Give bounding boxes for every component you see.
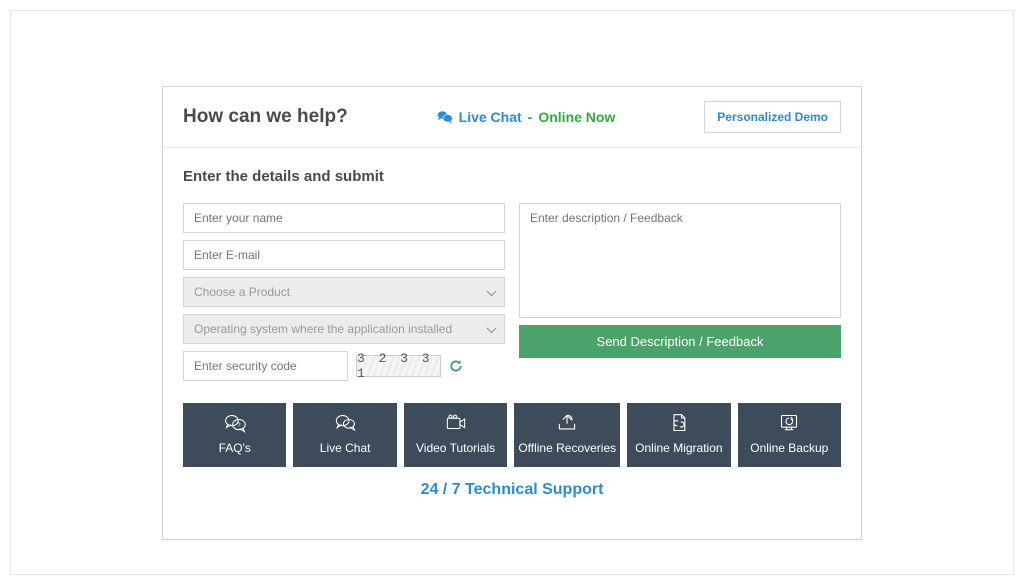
tile-video-tutorials[interactable]: Video Tutorials bbox=[404, 403, 507, 467]
live-chat-link: Live Chat bbox=[459, 109, 522, 125]
document-sync-icon bbox=[668, 413, 690, 433]
backup-icon bbox=[778, 413, 800, 433]
refresh-icon[interactable] bbox=[449, 359, 463, 373]
product-select-wrap: Choose a Product bbox=[183, 277, 505, 307]
card-header: How can we help? Live Chat - Online Now … bbox=[163, 87, 861, 148]
security-code-input[interactable] bbox=[183, 351, 348, 381]
tile-label: Video Tutorials bbox=[416, 441, 495, 455]
support-tiles: ? FAQ's Live Chat bbox=[183, 403, 841, 467]
card-body: Enter the details and submit Choose a Pr… bbox=[163, 148, 861, 539]
tile-label: Online Backup bbox=[750, 441, 828, 455]
live-chat-sep: - bbox=[528, 109, 533, 125]
tile-live-chat[interactable]: Live Chat bbox=[293, 403, 396, 467]
personalized-demo-button[interactable]: Personalized Demo bbox=[704, 101, 841, 133]
name-input[interactable] bbox=[183, 203, 505, 233]
form-right-column: Send Description / Feedback bbox=[519, 203, 841, 381]
tile-offline-recoveries[interactable]: Offline Recoveries bbox=[514, 403, 620, 467]
page-title: How can we help? bbox=[183, 106, 348, 128]
tile-label: Offline Recoveries bbox=[518, 441, 616, 455]
email-input[interactable] bbox=[183, 240, 505, 270]
send-feedback-button[interactable]: Send Description / Feedback bbox=[519, 325, 841, 358]
footer-text: 24 / 7 Technical Support bbox=[183, 467, 841, 519]
share-icon bbox=[556, 413, 578, 433]
form-subtitle: Enter the details and submit bbox=[183, 168, 841, 185]
captcha-image: 3 2 3 3 1 bbox=[356, 355, 441, 377]
chat-icon bbox=[437, 110, 453, 124]
product-select[interactable]: Choose a Product bbox=[183, 277, 505, 307]
captcha-row: 3 2 3 3 1 bbox=[183, 351, 505, 381]
live-chat-status[interactable]: Live Chat - Online Now bbox=[437, 109, 616, 125]
faq-icon: ? bbox=[224, 413, 246, 433]
tile-label: Online Migration bbox=[635, 441, 722, 455]
tile-online-migration[interactable]: Online Migration bbox=[627, 403, 730, 467]
os-select[interactable]: Operating system where the application i… bbox=[183, 314, 505, 344]
outer-frame: How can we help? Live Chat - Online Now … bbox=[10, 10, 1014, 575]
live-chat-status-text: Online Now bbox=[538, 109, 615, 125]
tile-label: FAQ's bbox=[219, 441, 251, 455]
svg-text:?: ? bbox=[237, 422, 241, 429]
form-row: Choose a Product Operating system where … bbox=[183, 203, 841, 381]
tile-faqs[interactable]: ? FAQ's bbox=[183, 403, 286, 467]
tile-label: Live Chat bbox=[320, 441, 371, 455]
description-textarea[interactable] bbox=[519, 203, 841, 318]
video-icon bbox=[445, 413, 467, 433]
tile-online-backup[interactable]: Online Backup bbox=[738, 403, 841, 467]
chat-bubble-icon bbox=[334, 413, 356, 433]
support-card: How can we help? Live Chat - Online Now … bbox=[162, 86, 862, 540]
os-select-wrap: Operating system where the application i… bbox=[183, 314, 505, 344]
form-left-column: Choose a Product Operating system where … bbox=[183, 203, 505, 381]
